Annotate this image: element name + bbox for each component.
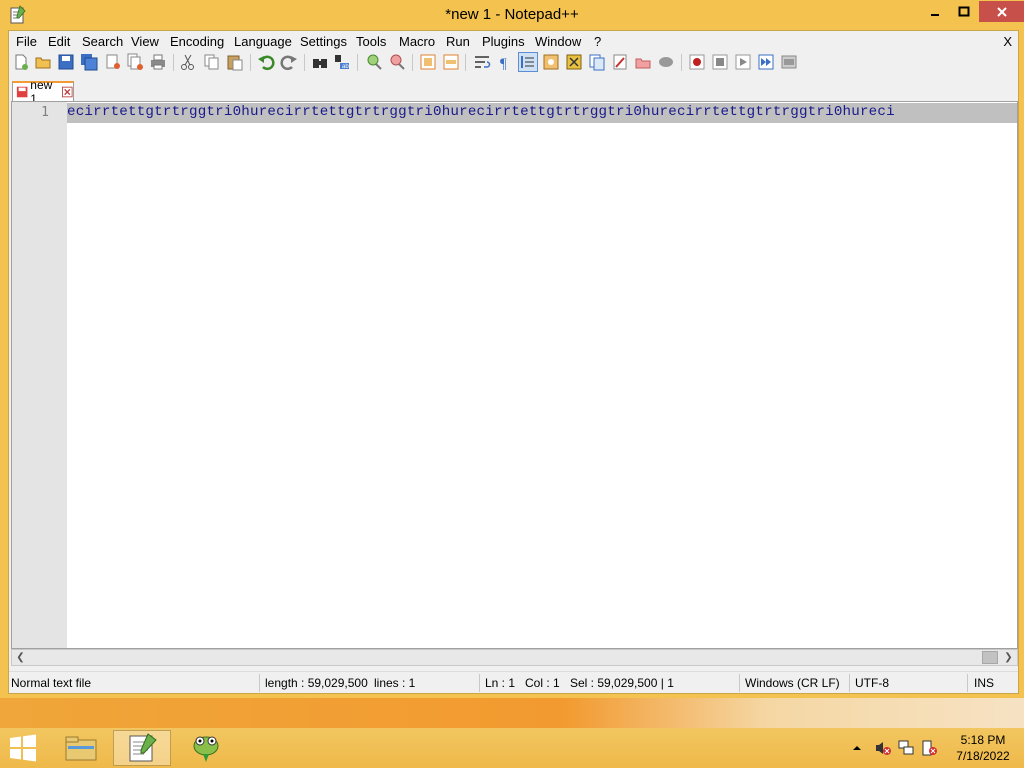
selected-text-line[interactable]: ecirrtettgtrtrggtri0hurecirrtettgtrtrggt… — [67, 103, 1017, 123]
minimize-icon — [931, 13, 939, 16]
stop-record-icon[interactable] — [711, 53, 729, 71]
line-number: 1 — [41, 105, 49, 120]
menu-help[interactable]: ? — [592, 34, 603, 49]
notepadpp-window: *new 1 - Notepad++ File Edit Search View… — [0, 0, 1024, 698]
menu-plugins[interactable]: Plugins — [480, 34, 527, 49]
svg-text:ab: ab — [342, 64, 349, 70]
show-hidden-icons-icon[interactable] — [852, 743, 862, 753]
close-icon — [996, 6, 1007, 17]
status-encoding: UTF-8 — [855, 676, 889, 690]
tab-bar: new 1 — [9, 78, 1018, 106]
main-frame: File Edit Search View Encoding Language … — [8, 30, 1019, 694]
undo-icon[interactable] — [257, 53, 275, 71]
sync-horizontal-icon[interactable] — [442, 53, 460, 71]
record-macro-icon[interactable] — [688, 53, 706, 71]
scroll-right-icon[interactable]: ❯ — [1000, 650, 1017, 665]
toolbar: ab ¶ — [9, 51, 1018, 75]
status-file-type: Normal text file — [11, 676, 92, 690]
title-bar[interactable]: *new 1 - Notepad++ — [0, 0, 1024, 30]
folder-as-workspace-icon[interactable] — [611, 53, 629, 71]
taskbar-notepadpp[interactable] — [113, 730, 171, 766]
menu-view[interactable]: View — [129, 34, 161, 49]
status-lines: lines : 1 — [374, 676, 416, 690]
close-document-button[interactable]: X — [1003, 34, 1012, 49]
playback-icon[interactable] — [734, 53, 752, 71]
word-wrap-icon[interactable] — [473, 53, 491, 71]
save-macro-icon[interactable] — [780, 53, 798, 71]
menu-language[interactable]: Language — [232, 34, 294, 49]
taskbar-file-explorer[interactable] — [52, 730, 110, 766]
line-number-gutter: 1 — [12, 102, 67, 648]
minimize-button[interactable] — [922, 1, 948, 22]
scrollbar-thumb[interactable] — [982, 651, 998, 664]
desktop-background — [0, 698, 1024, 728]
line-text: ecirrtettgtrtrggtri0hurecirrtettgtrtrggt… — [67, 104, 895, 120]
save-all-icon[interactable] — [80, 53, 98, 71]
tab-close-icon[interactable] — [62, 86, 73, 98]
horizontal-scrollbar[interactable]: ❮ ❯ — [11, 649, 1018, 666]
menu-bar: File Edit Search View Encoding Language … — [9, 31, 1018, 53]
action-center-icon[interactable] — [920, 739, 938, 757]
status-col: Col : 1 — [525, 676, 560, 690]
maximize-icon — [958, 6, 970, 16]
monitoring-icon[interactable] — [634, 53, 652, 71]
clock-date: 7/18/2022 — [956, 749, 1010, 763]
unsaved-file-icon — [16, 86, 28, 98]
document-map-icon[interactable] — [565, 53, 583, 71]
window-title: *new 1 - Notepad++ — [445, 6, 579, 23]
svg-text:¶: ¶ — [500, 56, 507, 71]
maximize-button[interactable] — [951, 1, 977, 22]
status-insert-mode: INS — [974, 676, 995, 690]
volume-muted-icon[interactable] — [874, 739, 892, 757]
copy-icon[interactable] — [203, 53, 221, 71]
clock[interactable]: 5:18 PM 7/18/2022 — [950, 732, 1016, 764]
status-sel: Sel : 59,029,500 | 1 — [570, 676, 674, 690]
replace-icon[interactable]: ab — [334, 53, 352, 71]
print-icon[interactable] — [149, 53, 167, 71]
sync-vertical-icon[interactable] — [419, 53, 437, 71]
menu-encoding[interactable]: Encoding — [168, 34, 226, 49]
status-bar: Normal text file length : 59,029,500 lin… — [9, 671, 1018, 693]
frog-app-icon — [193, 736, 219, 762]
status-eol: Windows (CR LF) — [745, 676, 840, 690]
menu-edit[interactable]: Edit — [46, 34, 72, 49]
open-file-icon[interactable] — [34, 53, 52, 71]
indent-guide-icon[interactable] — [518, 52, 538, 72]
save-icon[interactable] — [57, 53, 75, 71]
status-length: length : 59,029,500 — [265, 676, 368, 690]
find-icon[interactable] — [311, 53, 329, 71]
cut-icon[interactable] — [179, 53, 197, 71]
menu-run[interactable]: Run — [444, 34, 472, 49]
taskbar: 5:18 PM 7/18/2022 — [0, 728, 1024, 768]
clock-time: 5:18 PM — [960, 733, 1006, 747]
tab-new-1[interactable]: new 1 — [12, 78, 74, 106]
editor-area[interactable]: 1 ecirrtettgtrtrggtri0hurecirrtettgtrtrg… — [11, 101, 1018, 649]
redo-icon[interactable] — [280, 53, 298, 71]
run-macro-multiple-icon[interactable] — [757, 53, 775, 71]
zoom-out-icon[interactable] — [388, 53, 406, 71]
menu-tools[interactable]: Tools — [354, 34, 388, 49]
menu-settings[interactable]: Settings — [298, 34, 349, 49]
notepadpp-icon — [129, 733, 157, 762]
status-ln: Ln : 1 — [485, 676, 516, 690]
close-all-icon[interactable] — [126, 53, 144, 71]
menu-file[interactable]: File — [14, 34, 39, 49]
new-file-icon[interactable] — [12, 53, 30, 71]
plugin-icon[interactable] — [657, 53, 675, 71]
file-explorer-icon — [65, 736, 97, 761]
close-icon[interactable] — [104, 53, 122, 71]
menu-search[interactable]: Search — [80, 34, 125, 49]
start-button[interactable] — [8, 734, 38, 762]
zoom-in-icon[interactable] — [365, 53, 383, 71]
user-defined-language-icon[interactable] — [542, 53, 560, 71]
menu-macro[interactable]: Macro — [397, 34, 437, 49]
close-window-button[interactable] — [979, 1, 1024, 22]
menu-window[interactable]: Window — [533, 34, 583, 49]
show-all-chars-icon[interactable]: ¶ — [496, 53, 514, 71]
taskbar-app-frog[interactable] — [177, 730, 235, 766]
paste-icon[interactable] — [226, 53, 244, 71]
scroll-left-icon[interactable]: ❮ — [12, 650, 29, 665]
function-list-icon[interactable] — [588, 53, 606, 71]
network-icon[interactable] — [897, 739, 915, 757]
